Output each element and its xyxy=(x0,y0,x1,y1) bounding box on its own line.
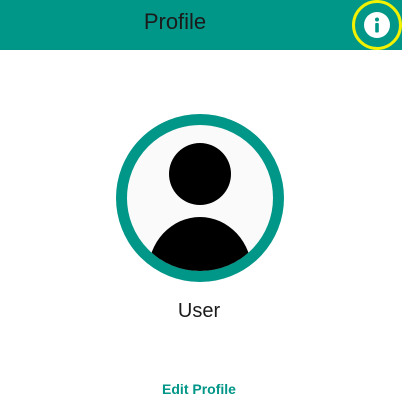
edit-profile-button[interactable]: Edit Profile xyxy=(0,381,398,397)
person-silhouette-icon xyxy=(148,143,252,271)
avatar xyxy=(116,114,284,282)
app-bar: Profile xyxy=(0,0,402,50)
info-button[interactable] xyxy=(352,0,402,50)
user-name: User xyxy=(177,300,221,322)
info-icon xyxy=(364,12,390,38)
profile-screen: Profile User Edit Profile xyxy=(0,0,402,416)
page-title: Profile xyxy=(143,9,207,34)
